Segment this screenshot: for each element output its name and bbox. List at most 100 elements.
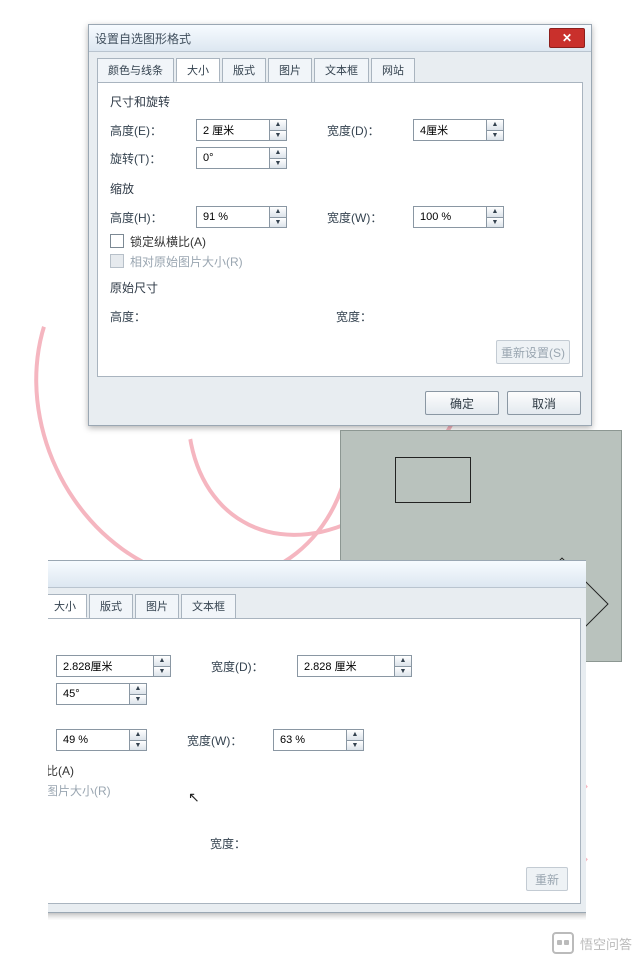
spin-up-icon[interactable]: ▲ <box>130 684 146 695</box>
rectangle-shape <box>395 457 471 503</box>
cursor-icon: ↖ <box>188 789 200 806</box>
scale-h-spinner[interactable]: ▲▼ <box>56 729 147 751</box>
spin-up-icon[interactable]: ▲ <box>270 120 286 131</box>
scale-h-label: 高度(H)： <box>110 209 196 226</box>
scale-h-label-fragment: (H)： <box>48 732 56 749</box>
spin-down-icon[interactable]: ▼ <box>270 218 286 228</box>
group-scale: 缩放 <box>110 180 570 197</box>
tab-strip: 颜色与线条 大小 版式 图片 文本框 网站 <box>89 52 591 82</box>
scale-h-spinner[interactable]: ▲▼ <box>196 206 287 228</box>
row-scale: (H)： ▲▼ 宽度(W)： ▲▼ <box>48 726 568 754</box>
spin-down-icon[interactable]: ▼ <box>154 667 170 677</box>
dialog-footer: 确定 取消 <box>89 385 591 425</box>
height-spinner[interactable]: ▲▼ <box>56 655 171 677</box>
tab-layout[interactable]: 版式 <box>89 594 133 618</box>
wukong-logo-icon <box>552 932 574 954</box>
spin-down-icon[interactable]: ▼ <box>487 218 503 228</box>
rotation-label-fragment: (T)： <box>48 686 56 703</box>
spin-up-icon[interactable]: ▲ <box>487 207 503 218</box>
tab-textbox[interactable]: 文本框 <box>181 594 236 618</box>
lock-aspect-checkbox[interactable] <box>110 234 124 248</box>
scale-w-label: 宽度(W)： <box>187 732 273 749</box>
tab-picture[interactable]: 图片 <box>135 594 179 618</box>
orig-width-label: 宽度： <box>210 835 296 852</box>
tab-textbox[interactable]: 文本框 <box>314 58 369 82</box>
rotation-input[interactable] <box>197 148 269 168</box>
spin-up-icon[interactable]: ▲ <box>270 207 286 218</box>
height-label: 高度(E)： <box>110 122 196 139</box>
window-title-fragment: 形格式 <box>48 566 583 583</box>
spin-down-icon[interactable]: ▼ <box>395 667 411 677</box>
width-label: 宽度(D)： <box>327 122 413 139</box>
spin-up-icon[interactable]: ▲ <box>154 656 170 667</box>
reset-button: 重新设置(S) <box>496 340 570 364</box>
rotation-spinner[interactable]: ▲▼ <box>196 147 287 169</box>
row-lock-aspect: 定纵横比(A) <box>48 760 568 780</box>
format-autoshape-dialog: 设置自选图形格式 ✕ 颜色与线条 大小 版式 图片 文本框 网站 尺寸和旋转 高… <box>88 24 592 426</box>
tab-strip: 线条 大小 版式 图片 文本框 <box>48 588 586 618</box>
height-input[interactable] <box>57 656 153 676</box>
width-spinner[interactable]: ▲▼ <box>413 119 504 141</box>
spin-up-icon[interactable]: ▲ <box>395 656 411 667</box>
tab-size[interactable]: 大小 <box>48 594 87 618</box>
height-input[interactable] <box>197 120 269 140</box>
group-size-rotate-fragment: 尺寸和旋转 <box>48 629 568 646</box>
row-height: (E)： ▲▼ 宽度(D)： ▲▼ <box>48 652 568 680</box>
spin-down-icon[interactable]: ▼ <box>130 741 146 751</box>
spin-down-icon[interactable]: ▼ <box>487 131 503 141</box>
attribution: 悟空问答 <box>552 932 632 954</box>
format-autoshape-dialog-partial: 形格式 线条 大小 版式 图片 文本框 尺寸和旋转 (E)： ▲▼ 宽度(D)：… <box>48 560 586 920</box>
row-scale: 高度(H)： ▲▼ 宽度(W)： ▲▼ <box>110 203 570 231</box>
tab-colors-lines[interactable]: 颜色与线条 <box>97 58 174 82</box>
group-original: 原始尺寸 <box>110 279 570 296</box>
close-button[interactable]: ✕ <box>549 28 585 48</box>
lock-aspect-label: 锁定纵横比(A) <box>130 233 206 250</box>
scale-h-input[interactable] <box>197 207 269 227</box>
attribution-text: 悟空问答 <box>580 934 632 953</box>
scale-w-spinner[interactable]: ▲▼ <box>273 729 364 751</box>
row-rotation: (T)： ▲▼ <box>48 680 568 708</box>
rotation-input[interactable] <box>57 684 129 704</box>
scale-h-input[interactable] <box>57 730 129 750</box>
spin-up-icon[interactable]: ▲ <box>130 730 146 741</box>
tab-size[interactable]: 大小 <box>176 58 220 82</box>
titlebar: 设置自选图形格式 ✕ <box>89 25 591 52</box>
width-spinner[interactable]: ▲▼ <box>297 655 412 677</box>
width-input[interactable] <box>298 656 394 676</box>
tab-web[interactable]: 网站 <box>371 58 415 82</box>
spin-up-icon[interactable]: ▲ <box>270 148 286 159</box>
spin-down-icon[interactable]: ▼ <box>270 131 286 141</box>
relative-original-label: 相对原始图片大小(R) <box>130 253 243 270</box>
spin-up-icon[interactable]: ▲ <box>487 120 503 131</box>
scale-w-input[interactable] <box>414 207 486 227</box>
spin-up-icon[interactable]: ▲ <box>347 730 363 741</box>
spin-down-icon[interactable]: ▼ <box>130 695 146 705</box>
row-rotation: 旋转(T)： ▲▼ <box>110 144 570 172</box>
ok-button[interactable]: 确定 <box>425 391 499 415</box>
relative-original-label-fragment: 对原始图片大小(R) <box>48 782 111 799</box>
orig-width-label: 宽度： <box>336 308 422 325</box>
rotation-spinner[interactable]: ▲▼ <box>56 683 147 705</box>
scale-w-input[interactable] <box>274 730 346 750</box>
tab-picture[interactable]: 图片 <box>268 58 312 82</box>
size-panel: 尺寸和旋转 高度(E)： ▲▼ 宽度(D)： ▲▼ 旋转(T)： ▲▼ 缩放 高… <box>97 82 583 377</box>
row-relative-original: 对原始图片大小(R) <box>48 780 568 800</box>
row-lock-aspect: 锁定纵横比(A) <box>110 231 570 251</box>
rotation-label: 旋转(T)： <box>110 150 196 167</box>
reset-button-fragment: 重新 <box>526 867 568 891</box>
size-panel: 尺寸和旋转 (E)： ▲▼ 宽度(D)： ▲▼ (T)： ▲▼ <box>48 618 581 904</box>
height-label-fragment: (E)： <box>48 658 56 675</box>
window-title: 设置自选图形格式 <box>95 30 549 47</box>
lock-aspect-label-fragment: 定纵横比(A) <box>48 762 74 779</box>
spin-down-icon[interactable]: ▼ <box>270 159 286 169</box>
relative-original-checkbox <box>110 254 124 268</box>
row-relative-original: 相对原始图片大小(R) <box>110 251 570 271</box>
scale-w-spinner[interactable]: ▲▼ <box>413 206 504 228</box>
tab-layout[interactable]: 版式 <box>222 58 266 82</box>
height-spinner[interactable]: ▲▼ <box>196 119 287 141</box>
width-input[interactable] <box>414 120 486 140</box>
spin-down-icon[interactable]: ▼ <box>347 741 363 751</box>
group-original-fragment: 寸 <box>48 806 568 823</box>
cancel-button[interactable]: 取消 <box>507 391 581 415</box>
orig-height-label: 高度： <box>110 308 196 325</box>
